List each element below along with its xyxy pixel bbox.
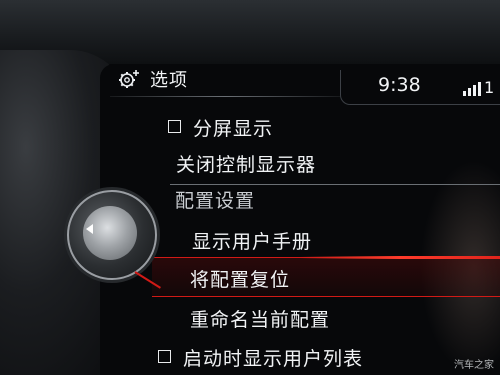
selection-glow: [300, 256, 500, 259]
signal-label: 1: [484, 78, 495, 97]
menu-item-label: 分屏显示: [193, 118, 274, 140]
screen-header: 选项: [118, 66, 188, 92]
signal-strength-icon: 1: [463, 76, 497, 96]
menu-item-split-screen[interactable]: 分屏显示: [168, 114, 273, 141]
watermark-text: 汽车之家: [454, 360, 494, 371]
page-title: 选项: [150, 70, 188, 91]
menu-item-label: 将配置复位: [190, 269, 291, 291]
menu-item-turn-off-display[interactable]: 关闭控制显示器: [176, 150, 316, 177]
menu-item-label: 启动时显示用户列表: [183, 348, 364, 370]
back-arrow-icon[interactable]: [86, 224, 93, 234]
section-header-profile-settings: 配置设置: [175, 190, 256, 212]
split-screen-checkbox[interactable]: [168, 120, 181, 133]
menu-item-label: 显示用户手册: [192, 231, 313, 253]
section-divider: [170, 184, 500, 185]
clock-time: 9:38: [378, 74, 421, 96]
menu-item-label: 关闭控制显示器: [176, 154, 317, 176]
gear-plus-icon: [119, 70, 139, 88]
menu-item-reset-profile[interactable]: 将配置复位: [190, 265, 290, 292]
menu-item-label: 重命名当前配置: [190, 309, 331, 331]
header-divider: [110, 96, 340, 97]
menu-item-rename-profile[interactable]: 重命名当前配置: [190, 305, 330, 332]
menu-item-show-user-list-on-start[interactable]: 启动时显示用户列表: [158, 344, 363, 371]
menu-item-show-user-manual[interactable]: 显示用户手册: [192, 227, 312, 254]
show-user-list-checkbox[interactable]: [158, 350, 171, 363]
